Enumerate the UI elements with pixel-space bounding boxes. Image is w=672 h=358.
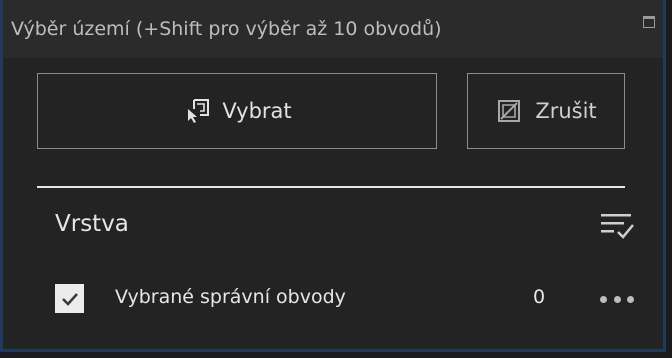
select-button[interactable]: Vybrat bbox=[37, 73, 437, 149]
panel-header: Výběr území (+Shift pro výběr až 10 obvo… bbox=[3, 0, 663, 58]
section-divider bbox=[37, 186, 625, 188]
panel-title: Výběr území (+Shift pro výběr až 10 obvo… bbox=[11, 18, 442, 40]
select-pointer-icon bbox=[182, 97, 212, 125]
select-button-label: Vybrat bbox=[222, 99, 292, 123]
layer-count: 0 bbox=[533, 286, 546, 308]
layer-checkbox[interactable] bbox=[55, 284, 84, 313]
more-options-icon[interactable] bbox=[600, 296, 634, 304]
layer-label: Vybrané správní obvody bbox=[115, 286, 346, 308]
clear-button[interactable]: Zrušit bbox=[467, 73, 625, 149]
selection-panel: Výběr území (+Shift pro výběr až 10 obvo… bbox=[0, 0, 666, 352]
maximize-icon[interactable] bbox=[643, 16, 655, 28]
filter-list-icon[interactable] bbox=[599, 209, 635, 243]
layers-heading: Vrstva bbox=[55, 211, 129, 237]
clear-selection-icon bbox=[495, 97, 525, 125]
check-icon bbox=[61, 292, 78, 306]
clear-button-label: Zrušit bbox=[535, 99, 597, 123]
